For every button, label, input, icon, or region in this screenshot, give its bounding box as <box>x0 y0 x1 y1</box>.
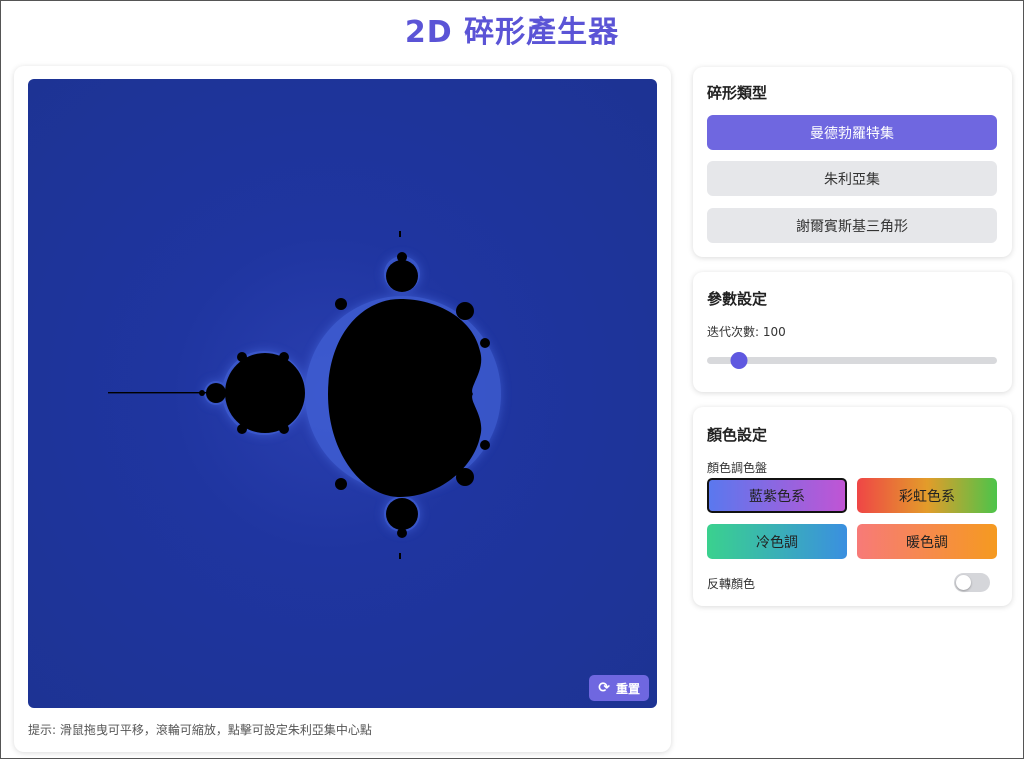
palette-button-cool[interactable]: 冷色調 <box>707 524 847 559</box>
palette-button-warm[interactable]: 暖色調 <box>857 524 997 559</box>
parameter-panel: 參數設定 迭代次數: 100 <box>693 272 1012 392</box>
palette-label: 顏色調色盤 <box>707 461 768 475</box>
reset-button[interactable]: ⟳ 重置 <box>589 675 649 701</box>
iterations-label: 迭代次數: 100 <box>707 325 786 339</box>
fractal-type-button-sierpinski[interactable]: 謝爾賓斯基三角形 <box>707 208 997 243</box>
canvas-card: ⟳ 重置 提示: 滑鼠拖曳可平移，滾輪可縮放，點擊可設定朱利亞集中心點 <box>14 66 671 752</box>
hint-text: 提示: 滑鼠拖曳可平移，滾輪可縮放，點擊可設定朱利亞集中心點 <box>28 723 372 737</box>
fractal-type-button-mandelbrot[interactable]: 曼德勃羅特集 <box>707 115 997 150</box>
fractal-type-heading: 碎形類型 <box>707 84 768 102</box>
page-title: 2D 碎形產生器 <box>404 15 620 50</box>
invert-color-toggle[interactable] <box>954 573 990 592</box>
invert-color-label: 反轉顏色 <box>707 577 756 591</box>
fractal-canvas[interactable]: ⟳ 重置 <box>28 79 657 708</box>
parameter-heading: 參數設定 <box>707 290 768 308</box>
refresh-icon: ⟳ <box>598 680 610 696</box>
palette-button-rainbow[interactable]: 彩虹色系 <box>857 478 997 513</box>
iterations-slider-thumb[interactable] <box>730 352 748 369</box>
color-heading: 顏色設定 <box>707 426 768 444</box>
mandelbrot-render <box>108 231 501 559</box>
fractal-type-button-julia[interactable]: 朱利亞集 <box>707 161 997 196</box>
fractal-type-panel: 碎形類型 曼德勃羅特集 朱利亞集 謝爾賓斯基三角形 <box>693 67 1012 257</box>
invert-toggle-knob <box>956 575 971 590</box>
iterations-slider[interactable] <box>707 352 997 369</box>
color-panel: 顏色設定 顏色調色盤 藍紫色系 彩虹色系 冷色調 暖色調 反轉顏色 <box>693 407 1012 606</box>
reset-label: 重置 <box>615 681 640 696</box>
palette-button-blue-purple[interactable]: 藍紫色系 <box>707 478 847 513</box>
